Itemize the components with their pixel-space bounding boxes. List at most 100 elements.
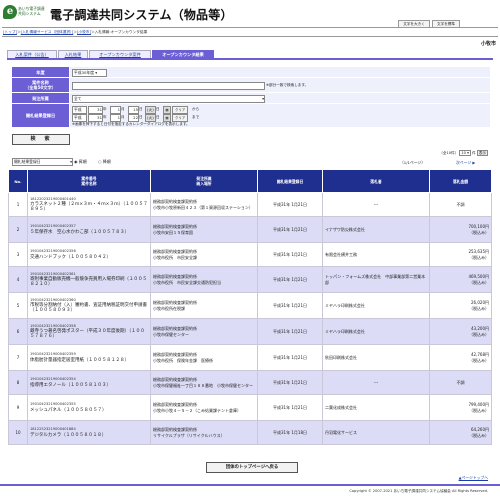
amount-tax-note: （税込み）	[469, 357, 489, 363]
result-date: 平成31年 1月21日	[257, 292, 323, 319]
table-row: 2 19010423219000402357 ５年保存水 空心水かわこ部（１００５７…	[8, 216, 492, 243]
delivery-place: 小牧市保健福祉一丁目１８８番地 小牧市保健センター	[153, 382, 253, 388]
breadcrumb-service-link[interactable]: [入札情報サービス（団体選択）]	[21, 30, 74, 34]
amount-value: 不調	[456, 379, 465, 385]
year-select[interactable]: 平成30年度 ▾	[72, 69, 107, 77]
dept-select[interactable]: 全て ▾	[72, 95, 265, 103]
amount-cell: 不調	[429, 192, 492, 217]
col-case: 案件番号 案件名称	[27, 169, 151, 193]
delivery-place: 小牧市小牧４－５－２（こみ処業課テント倉庫）	[153, 407, 241, 413]
dept-cell: 総務部契約検査課契約係 小牧市保健センター	[150, 318, 258, 345]
table-row: 6 19010423219000402358 蔵寺うつ著名啓発ポスター（平成３０年度…	[8, 318, 492, 345]
delivery-place: リサイクルプラザ（リサイクルハウス）	[153, 432, 225, 438]
case-cell: 19010423219000402355 メッシュパネル（１００５８０５７）	[27, 394, 151, 421]
row-no: 4	[8, 266, 28, 293]
calendar-icon[interactable]: ▦	[163, 106, 171, 114]
from-year-input[interactable]: 31	[88, 106, 103, 114]
case-name: ５年保存水 空心水かわこ部（１００５７８３）	[30, 229, 129, 235]
page-top-link[interactable]: ▲ページトップへ	[459, 475, 488, 481]
amount-cell: 26,020円 （税込み）	[429, 292, 492, 319]
desc-radio[interactable]: ○ 降順	[98, 158, 111, 165]
delivery-place: 小牧市役所在税課	[153, 305, 185, 311]
case-cell: 18122023219000401440 カラスネット２種（２ｍ×３ｍ・４ｍ×３ｍ…	[27, 192, 151, 217]
unit-day: 日	[139, 115, 143, 119]
winner-cell: 秋田印刷株式会社	[322, 344, 430, 371]
calendar-note: ※画像を押下すると日付を指定するカレンダーダイアログを表示します。	[72, 122, 190, 126]
unit-day: 日	[156, 107, 160, 111]
chevron-right-icon: ▶	[472, 160, 476, 165]
delivery-place: 小牧市役所 市民安全課交通防犯担当	[153, 279, 221, 285]
back-to-top-page-button[interactable]: 団体のトップページへ戻る	[206, 462, 298, 473]
col-case-label: 案件番号 案件名称	[81, 176, 97, 186]
results-table: No. 案件番号 案件名称 発注所属 納入場所 開札結果登録日 落札者 落札金額…	[8, 169, 492, 445]
winner-name: イナザワ防災株式会社	[325, 226, 365, 232]
name-label: 案件名称 （全角50文字）	[12, 78, 69, 92]
dept-cell: 総務部契約検査課契約係 小牧市安田１５保育園	[150, 216, 258, 243]
result-date: 平成31年 1月21日	[257, 216, 323, 243]
unit-year: 年	[103, 107, 107, 111]
case-name: 蔵寺うつ著名啓発ポスター（平成３０年度後期）（１００５７８７６）	[30, 328, 145, 340]
from-month-input[interactable]: 1	[110, 106, 121, 114]
asc-label: 昇順	[78, 159, 87, 164]
row-no: 8	[8, 370, 28, 395]
asc-radio[interactable]: ◉ 昇順	[74, 158, 87, 165]
next-page-label: 次ページ	[456, 160, 472, 165]
case-name-input[interactable]	[72, 82, 265, 90]
from-era-value: 平成	[74, 107, 82, 112]
amount-value: 不調	[456, 201, 465, 207]
result-date: 平成31年 1月21日	[257, 394, 323, 421]
row-no: 10	[8, 420, 28, 445]
desc-label: 降順	[102, 159, 111, 164]
municipality-name: 小牧市	[480, 41, 496, 47]
breadcrumb-city-link[interactable]: [小牧市]	[77, 30, 91, 34]
case-name: 寄附事業自動販売機一般競争売買用入場券印刷（１００５８２１０）	[30, 276, 147, 288]
from-clear-button[interactable]: クリア	[172, 106, 189, 114]
dept-cell: 総務部契約検査課契約係 小牧市役所 市民安全課交通防犯担当	[150, 266, 258, 293]
case-cell: 19010423219000402356 交通ハンドブック（１００５８０４２）	[27, 242, 151, 267]
col-dept-label: 発注所属 納入場所	[196, 176, 212, 186]
from-day-input[interactable]: 15	[128, 106, 139, 114]
case-name: 市税等分割納付（入）審約書、査証用納税証明交付申請書（１００５８０９３）	[30, 302, 147, 314]
delivery-place: 小牧市役所 保険年金課 医療係	[153, 357, 213, 363]
year-cell: 平成30年度 ▾	[70, 67, 490, 77]
case-cell: 19010423219000402358 蔵寺うつ著名啓発ポスター（平成３０年度後…	[27, 318, 151, 345]
search-button[interactable]: 検 索	[12, 134, 70, 145]
case-cell: 19010423219000402357 ５年保存水 空心水かわこ部（１００５７８…	[27, 216, 151, 243]
page-size-select[interactable]: 10 ▾	[459, 150, 471, 156]
row-no: 7	[8, 344, 28, 371]
next-page-link[interactable]: 次ページ ▶	[456, 160, 475, 166]
dept-label: 発注所属	[12, 93, 69, 103]
table-row: 8 19010423219000402354 指導用エタノール（１００５８１０３）総…	[8, 370, 492, 395]
winner-cell: 丹羽電化サービス	[322, 420, 430, 445]
sort-select[interactable]: 開札結果登録日 ▾	[12, 158, 73, 166]
amount-tax-note: （税込み）	[469, 432, 489, 438]
from-era-select[interactable]: 平成	[72, 106, 87, 114]
dept-cell: 総務部契約検査課契約係 小牧市役所 市民安全課	[150, 242, 258, 267]
dept-cell: 総務部契約検査課契約係 小牧市役所 保険年金課 医療係	[150, 344, 258, 371]
breadcrumb: [トップ]＞[入札情報サービス（団体選択）]＞[小牧市]＞入札情報:オープンカウ…	[3, 30, 147, 35]
table-row: 10 18122523219000401884 デジタルカメラ（１００５８０１８）総…	[8, 420, 492, 445]
case-cell: 19010423219000402354 指導用エタノール（１００５８１０３）	[27, 370, 151, 395]
col-dept: 発注所属 納入場所	[150, 169, 258, 193]
result-date: 平成31年 1月21日	[257, 370, 323, 395]
breadcrumb-top-link[interactable]: [トップ]	[3, 30, 17, 34]
winner-cell: 有限会社横井工務	[322, 242, 430, 267]
amount-cell: 799,400円 （税込み）	[429, 394, 492, 421]
delivery-place: 小牧市安田１５保育園	[153, 229, 193, 235]
dept-value: 全て	[74, 96, 82, 101]
result-date: 平成31年 1月21日	[257, 344, 323, 371]
result-date: 平成31年 1月21日	[257, 242, 323, 267]
case-cell: 19010423219000402359 体脂肪計量器指定居室用紙（１００５８１２…	[27, 344, 151, 371]
page-size-suffix: 件	[472, 151, 476, 155]
count-text: （全10件）	[439, 151, 459, 155]
amount-cell: 469,500円 （税込み）	[429, 266, 492, 293]
chevron-down-icon: ▾	[70, 159, 72, 164]
amount-tax-note: （税込み）	[469, 407, 489, 413]
winner-name: トッパン・フォームズ株式会社 中部事業部第二営業本部	[325, 274, 426, 285]
col-amount: 落札金額	[429, 169, 492, 193]
row-no: 3	[8, 242, 28, 267]
apply-button[interactable]: 表示	[476, 150, 488, 156]
winner-cell: イナザワ防災株式会社	[322, 216, 430, 243]
radio-unchecked-icon: ○	[98, 159, 102, 164]
delivery-place: 小牧市保健センター	[153, 331, 189, 337]
